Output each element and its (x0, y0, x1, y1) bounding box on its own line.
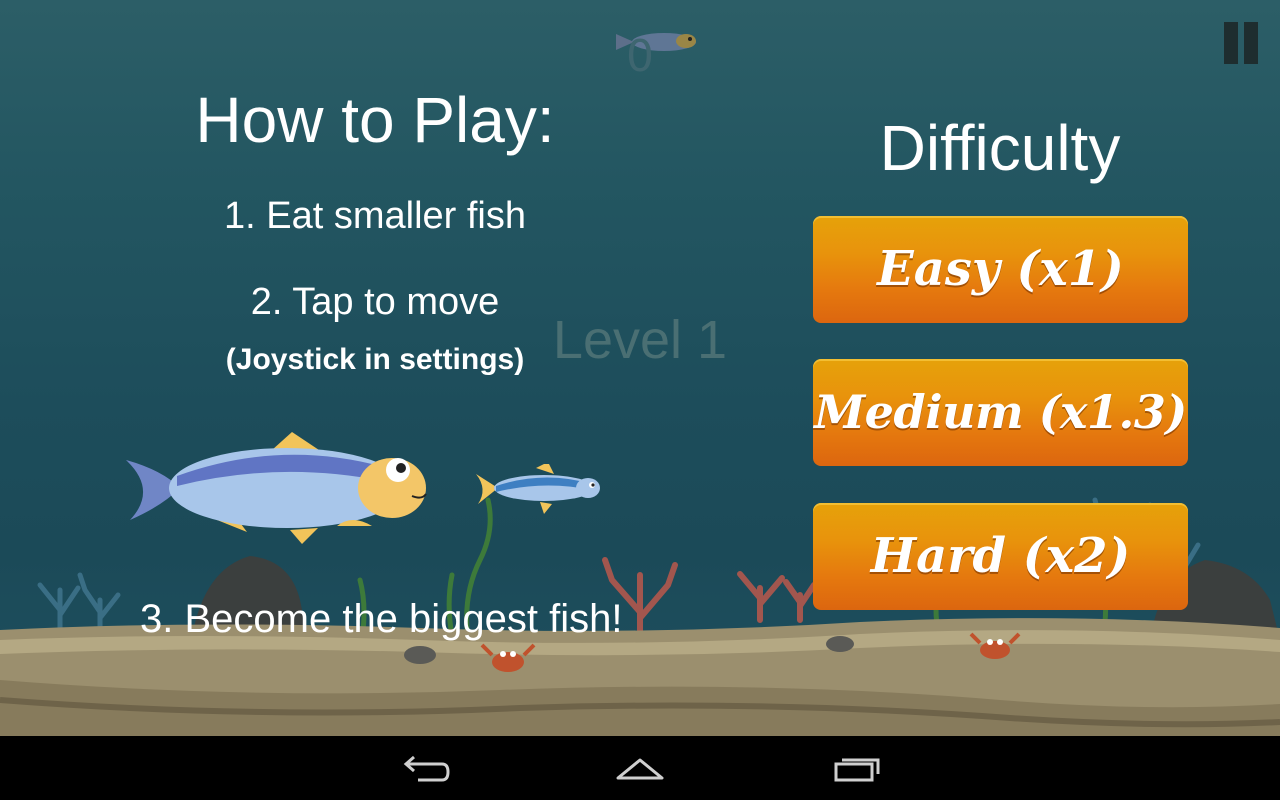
hard-difficulty-label: Hard (x2) (870, 528, 1131, 584)
how-to-play-title: How to Play: (195, 84, 555, 156)
recents-button[interactable] (828, 748, 888, 788)
level-indicator: Level 1 (552, 310, 728, 370)
hard-difficulty-button[interactable]: Hard (x2) (813, 503, 1188, 610)
step-become-biggest-fish: 3. Become the biggest fish! (140, 597, 623, 641)
recents-icon (834, 758, 880, 782)
score-value: 0 (626, 31, 654, 82)
back-button[interactable] (394, 748, 454, 788)
android-navigation-bar (0, 736, 1280, 800)
game-scene[interactable]: 0 How to Play: 1. Eat smaller fish 2. Ta… (0, 0, 1280, 736)
step-eat-smaller-fish: 1. Eat smaller fish (224, 195, 526, 237)
big-fish-illustration (126, 432, 427, 544)
easy-difficulty-label: Easy (x1) (877, 241, 1124, 297)
home-icon (616, 758, 664, 780)
medium-difficulty-button[interactable]: Medium (x1.3) (813, 359, 1188, 466)
small-fish-illustration (476, 464, 600, 514)
pause-icon (1224, 22, 1238, 64)
home-button[interactable] (610, 748, 670, 788)
pause-button[interactable] (1222, 22, 1262, 64)
score-display: 0 (600, 26, 696, 86)
joystick-note: (Joystick in settings) (225, 343, 525, 376)
step-tap-to-move: 2. Tap to move (250, 281, 500, 323)
medium-difficulty-label: Medium (x1.3) (814, 385, 1187, 439)
difficulty-title: Difficulty (879, 112, 1121, 184)
easy-difficulty-button[interactable]: Easy (x1) (813, 216, 1188, 323)
back-icon (403, 755, 450, 782)
